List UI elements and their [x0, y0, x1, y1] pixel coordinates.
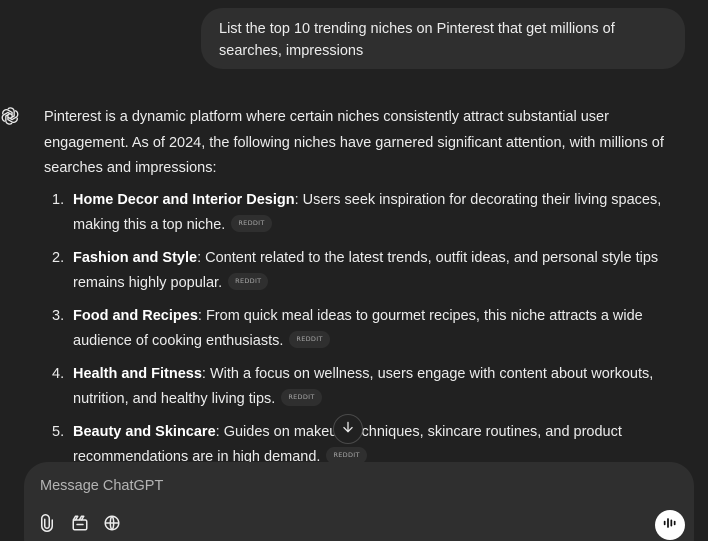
list-item-number: 1.	[52, 191, 65, 208]
source-citation-chip[interactable]: REDDIT	[231, 214, 272, 232]
response-intro: Pinterest is a dynamic platform where ce…	[44, 109, 664, 176]
list-item-title: Fashion and Style	[73, 249, 198, 266]
globe-icon	[103, 514, 121, 537]
list-item: 3. Food and Recipes: From quick meal ide…	[44, 304, 674, 355]
user-message-bubble: List the top 10 trending niches on Pinte…	[201, 8, 685, 69]
user-message-line: List the top 10 trending niches on Pinte…	[219, 21, 615, 37]
list-item-number: 5.	[52, 423, 65, 440]
list-item-number: 3.	[52, 307, 65, 324]
search-web-button[interactable]	[100, 513, 124, 537]
source-citation-chip[interactable]: REDDIT	[281, 388, 322, 406]
source-citation-chip[interactable]: REDDIT	[228, 272, 269, 290]
list-item-number: 4.	[52, 365, 65, 382]
chat-page: List the top 10 trending niches on Pinte…	[0, 0, 708, 541]
list-item-title: Beauty and Skincare	[73, 423, 216, 440]
list-item-number: 2.	[52, 249, 65, 266]
list-item-title: Food and Recipes	[73, 307, 198, 324]
voice-waveform-icon	[662, 515, 678, 536]
list-item-title: Home Decor and Interior Design	[73, 191, 295, 208]
arrow-down-icon	[341, 420, 355, 439]
source-citation-chip[interactable]: REDDIT	[289, 330, 330, 348]
user-message-line: searches, impressions	[219, 43, 364, 59]
list-item-title: Health and Fitness	[73, 365, 202, 382]
message-composer	[24, 462, 694, 541]
list-item: 4. Health and Fitness: With a focus on w…	[44, 362, 674, 413]
openai-logo-icon	[0, 105, 20, 127]
message-input[interactable]	[40, 476, 540, 496]
toolbox-icon	[71, 514, 89, 537]
paperclip-icon	[38, 513, 56, 537]
voice-mode-button[interactable]	[655, 510, 685, 540]
tools-button[interactable]	[68, 513, 92, 537]
list-item: 1. Home Decor and Interior Design: Users…	[44, 188, 674, 239]
scroll-to-bottom-button[interactable]	[333, 414, 363, 444]
list-item: 2. Fashion and Style: Content related to…	[44, 246, 674, 297]
attach-button[interactable]	[35, 513, 59, 537]
